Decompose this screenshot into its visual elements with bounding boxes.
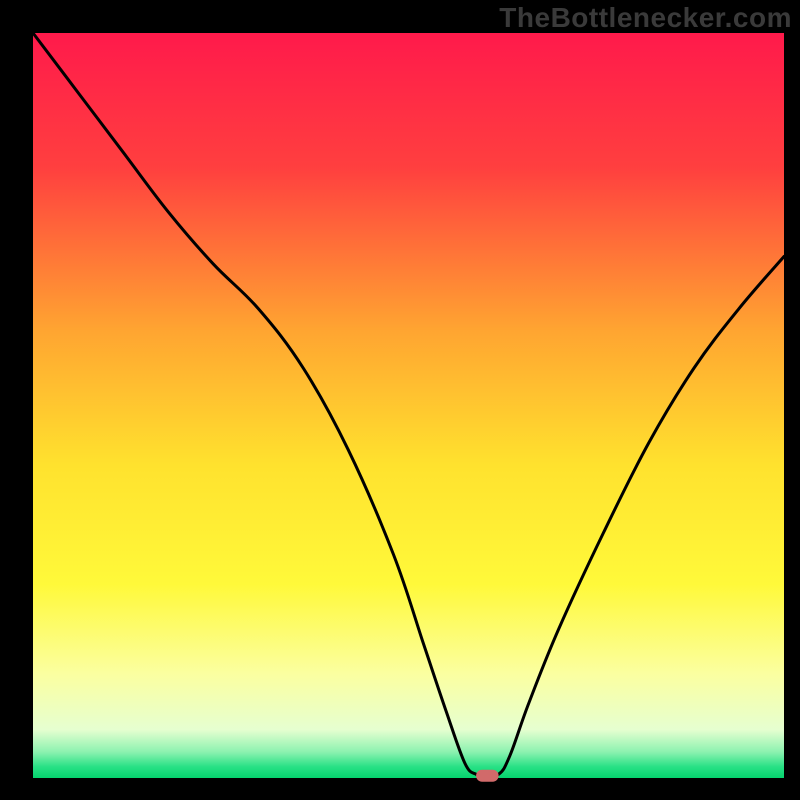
chart-frame: TheBottleneсker.com xyxy=(0,0,800,800)
watermark-text: TheBottleneсker.com xyxy=(499,2,792,34)
optimal-point-marker xyxy=(476,770,499,782)
bottleneck-chart xyxy=(0,0,800,800)
